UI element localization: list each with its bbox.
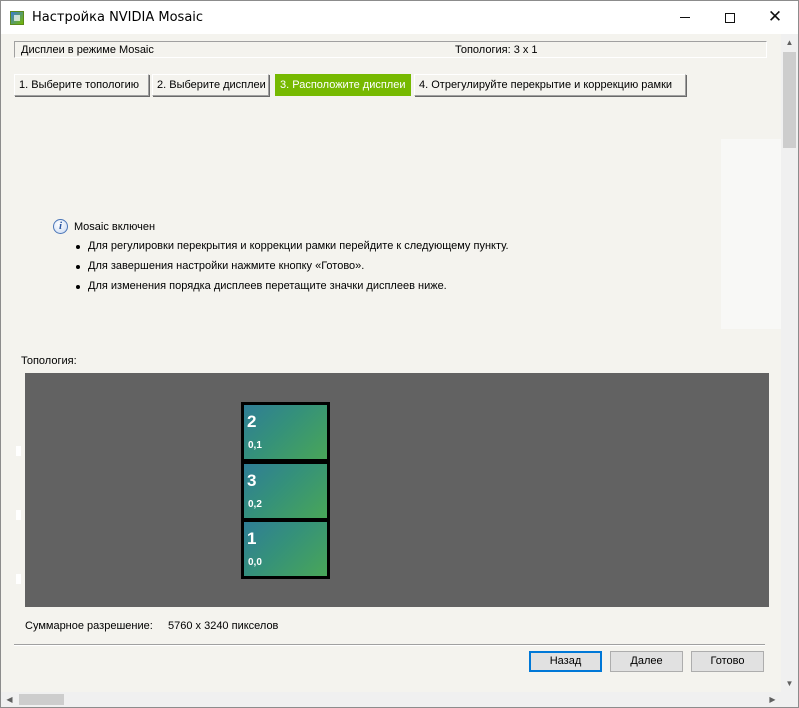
minimize-button[interactable]: [662, 1, 708, 34]
instructions-list: Для регулировки перекрытия и коррекции р…: [74, 240, 509, 300]
topology-status: Топология: 3 x 1: [455, 44, 538, 56]
scroll-left-icon[interactable]: ◀: [1, 692, 18, 707]
vertical-scroll-thumb[interactable]: [783, 52, 796, 148]
total-resolution-label: Суммарное разрешение:: [25, 620, 153, 632]
display-number: 3: [247, 471, 257, 490]
next-button[interactable]: Далее: [610, 651, 683, 672]
side-marker: [16, 446, 21, 456]
window-title: Настройка NVIDIA Mosaic: [32, 10, 204, 25]
display-tile[interactable]: 3 0,2: [241, 461, 330, 521]
title-bar[interactable]: Настройка NVIDIA Mosaic ✕: [1, 1, 798, 34]
status-bar: Дисплеи в режиме Mosaic Топология: 3 x 1: [14, 41, 767, 58]
mosaic-enabled-title: Mosaic включен: [74, 221, 156, 233]
step-adjust-overlap-bezel[interactable]: 4. Отрегулируйте перекрытие и коррекцию …: [414, 74, 686, 96]
display-coords: 0,0: [248, 557, 262, 568]
list-item: Для изменения порядка дисплеев перетащит…: [74, 280, 509, 300]
scroll-corner: [781, 692, 798, 707]
list-item: Для регулировки перекрытия и коррекции р…: [74, 240, 509, 260]
maximize-icon: [725, 12, 735, 23]
scroll-right-icon[interactable]: ▶: [764, 692, 781, 707]
info-icon: i: [53, 219, 68, 234]
nvidia-app-icon: [10, 11, 24, 25]
info-panel-edge: [721, 139, 781, 329]
list-item: Для завершения настройки нажмите кнопку …: [74, 260, 509, 280]
back-button[interactable]: Назад: [529, 651, 602, 672]
topology-label: Топология:: [21, 355, 77, 367]
close-button[interactable]: ✕: [752, 1, 798, 34]
mosaic-window: Настройка NVIDIA Mosaic ✕ Дисплеи в режи…: [0, 0, 799, 708]
side-marker: [16, 574, 21, 584]
separator: [14, 644, 765, 646]
total-resolution-value: 5760 x 3240 пикселов: [168, 620, 279, 632]
wizard-content: Дисплеи в режиме Mosaic Топология: 3 x 1…: [1, 34, 781, 692]
maximize-button[interactable]: [707, 1, 753, 34]
horizontal-scroll-thumb[interactable]: [19, 694, 64, 705]
display-coords: 0,2: [248, 499, 262, 510]
horizontal-scrollbar[interactable]: ◀ ▶: [1, 692, 781, 707]
topology-canvas[interactable]: [25, 373, 769, 607]
step-select-displays[interactable]: 2. Выберите дисплеи: [152, 74, 269, 96]
done-button[interactable]: Готово: [691, 651, 764, 672]
scroll-up-icon[interactable]: ▲: [781, 34, 798, 51]
display-tile[interactable]: 1 0,0: [241, 519, 330, 579]
step-arrange-displays[interactable]: 3. Расположите дисплеи: [275, 74, 411, 96]
display-coords: 0,1: [248, 440, 262, 451]
display-tile[interactable]: 2 0,1: [241, 402, 330, 462]
close-icon: ✕: [767, 7, 783, 27]
display-number: 2: [247, 412, 257, 431]
side-marker: [16, 510, 21, 520]
vertical-scrollbar[interactable]: ▲ ▼: [781, 34, 798, 692]
display-number: 1: [247, 529, 257, 548]
scroll-down-icon[interactable]: ▼: [781, 675, 798, 692]
minimize-icon: [680, 17, 690, 18]
mosaic-mode-label: Дисплеи в режиме Mosaic: [21, 44, 154, 56]
step-select-topology[interactable]: 1. Выберите топологию: [14, 74, 149, 96]
